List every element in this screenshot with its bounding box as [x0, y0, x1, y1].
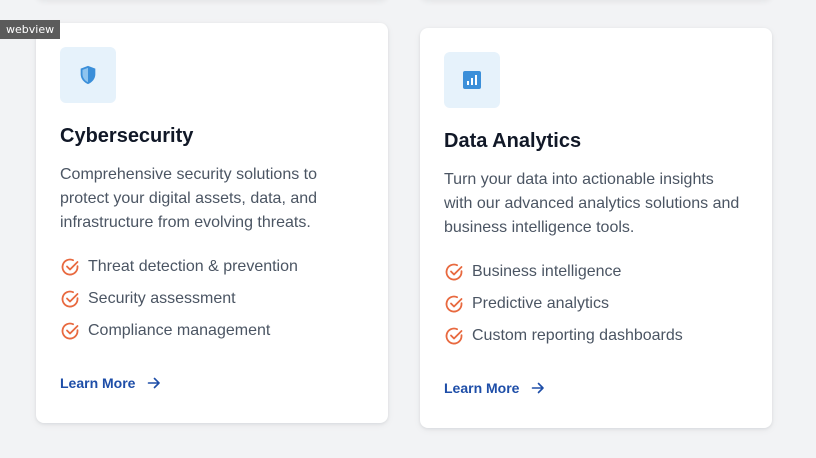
feature-item: Security assessment [60, 283, 364, 315]
feature-label: Predictive analytics [472, 295, 609, 312]
feature-label: Compliance management [88, 322, 271, 339]
check-circle-icon [61, 290, 79, 308]
service-card-cybersecurity: Cybersecurity Comprehensive security sol… [36, 23, 388, 423]
feature-label: Business intelligence [472, 263, 622, 280]
card-title: Cybersecurity [60, 125, 194, 147]
webview-debug-label: webview [0, 20, 61, 39]
feature-label: Custom reporting dashboards [472, 327, 683, 344]
card-description: Comprehensive security solutions to prot… [60, 166, 318, 231]
learn-more-link[interactable]: Learn More [60, 375, 161, 391]
card-title: Data Analytics [444, 130, 582, 152]
learn-more-label: Learn More [60, 375, 136, 391]
card-description: Turn your data into actionable insights … [444, 171, 740, 236]
feature-label: Security assessment [88, 290, 236, 307]
learn-more-label: Learn More [444, 380, 520, 396]
feature-list: Business intelligence Predictive analyti… [444, 256, 748, 352]
arrow-right-icon [148, 377, 161, 389]
feature-item: Threat detection & prevention [60, 251, 364, 283]
feature-item: Compliance management [60, 315, 364, 347]
learn-more-link[interactable]: Learn More [444, 380, 545, 396]
check-circle-icon [61, 322, 79, 340]
feature-list: Threat detection & prevention Security a… [60, 251, 364, 347]
check-circle-icon [445, 263, 463, 281]
check-circle-icon [61, 258, 79, 276]
feature-label: Threat detection & prevention [88, 258, 298, 275]
feature-item: Predictive analytics [444, 288, 748, 320]
service-icon-container [444, 52, 500, 108]
feature-item: Business intelligence [444, 256, 748, 288]
service-card-data-analytics: Data Analytics Turn your data into actio… [420, 28, 772, 428]
shield-icon [80, 65, 96, 85]
bar-chart-icon [463, 71, 481, 89]
feature-item: Custom reporting dashboards [444, 320, 748, 352]
service-icon-container [60, 47, 116, 103]
arrow-right-icon [532, 382, 545, 394]
check-circle-icon [445, 327, 463, 345]
check-circle-icon [445, 295, 463, 313]
